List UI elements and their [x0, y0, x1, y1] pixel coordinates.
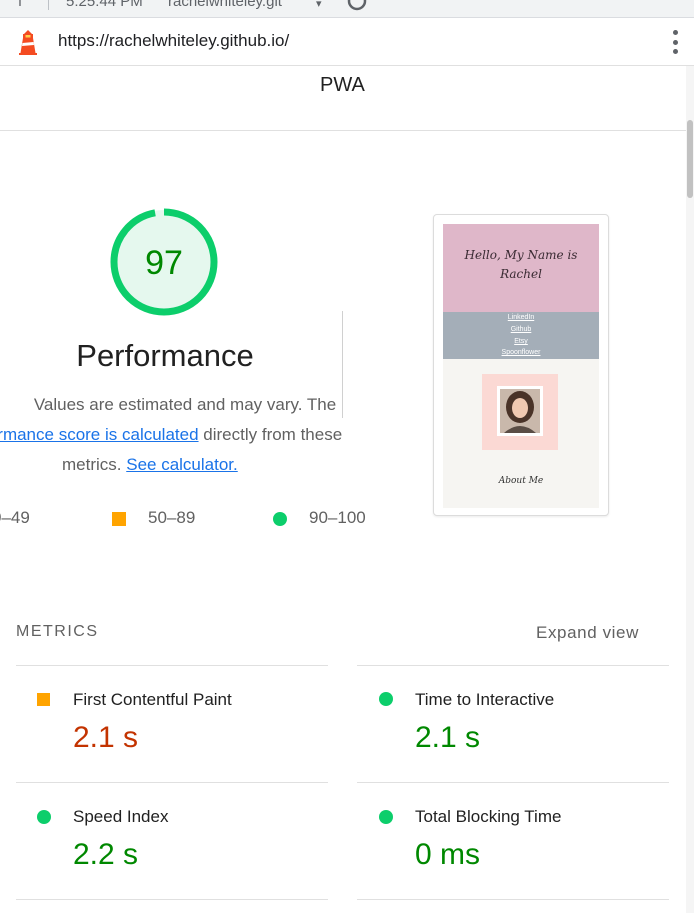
profile-photo — [497, 386, 543, 436]
metric-average-square-icon — [37, 693, 50, 706]
tab-fragment-time: 5:25:44 PM — [66, 0, 143, 10]
metrics-heading: METRICS — [16, 623, 99, 640]
metric-tbt-label: Total Blocking Time — [415, 807, 562, 826]
thumbnail-link-spoonflower: Spoonflower — [501, 349, 541, 356]
score-value: 97 — [145, 244, 183, 282]
thumbnail-nav: LinkedIn Github Etsy Spoonflower — [443, 312, 599, 359]
metric-divider — [357, 899, 669, 900]
legend-pass-circle-icon — [273, 512, 287, 526]
metric-tti-label: Time to Interactive — [415, 690, 555, 709]
address-bar[interactable]: https://rachelwhiteley.github.io/ — [0, 18, 694, 66]
thumbnail-link-github: Github — [510, 326, 532, 333]
metric-fcp-label: First Contentful Paint — [73, 690, 232, 709]
metric-fcp-value: 2.1 s — [73, 721, 139, 754]
scrollbar-thumb[interactable] — [687, 120, 693, 198]
metric-divider — [16, 782, 328, 783]
tab-pwa[interactable]: PWA — [320, 74, 365, 97]
score-calculation-link[interactable]: ormance score is calculated — [0, 425, 199, 444]
legend-pass-label: 90–100 — [309, 508, 366, 527]
metric-divider — [16, 899, 328, 900]
thumbnail-link-etsy: Etsy — [514, 338, 528, 345]
score-description-line2: ormance score is calculated directly fro… — [0, 425, 370, 445]
thumbnail-about-heading: About Me — [498, 476, 544, 486]
score-description-line3: metrics. See calculator. — [62, 455, 238, 474]
category-tab-bar: PWA — [0, 66, 686, 131]
lighthouse-icon — [19, 30, 37, 55]
expand-view-toggle[interactable]: Expand view — [536, 623, 639, 643]
metric-pass-circle-icon — [37, 810, 51, 824]
tab-fragment-left: f — [18, 0, 23, 10]
metric-si-value: 2.2 s — [73, 838, 139, 871]
metric-tti-value: 2.1 s — [415, 721, 481, 754]
thumbnail-hero-text: Hello, My Name is Rachel — [464, 248, 578, 281]
metric-divider — [16, 665, 328, 666]
url-text[interactable]: https://rachelwhiteley.github.io/ — [58, 31, 289, 51]
score-description-line1: Values are estimated and may vary. The — [33, 395, 337, 414]
tab-separator — [48, 0, 49, 10]
metric-divider — [357, 782, 669, 783]
thumbnail-hero: Hello, My Name is Rachel — [443, 224, 599, 312]
see-calculator-link[interactable]: See calculator. — [126, 455, 238, 474]
legend-average-square-icon — [112, 512, 126, 526]
kebab-menu-icon[interactable] — [668, 28, 682, 56]
metric-si-label: Speed Index — [73, 807, 169, 826]
metric-divider — [357, 665, 669, 666]
legend-average-label: 50–89 — [148, 508, 196, 527]
previous-tab-strip: f 5:25:44 PM rachelwhiteley.git ▾ — [0, 0, 694, 18]
thumbnail-link-linkedin: LinkedIn — [507, 314, 535, 321]
metric-pass-circle-icon — [379, 692, 393, 706]
metric-pass-circle-icon — [379, 810, 393, 824]
chrome-icon[interactable] — [346, 0, 368, 12]
legend-fail-label: 0–49 — [0, 508, 30, 527]
metric-tbt-value: 0 ms — [415, 838, 481, 871]
score-title: Performance — [76, 338, 254, 373]
chevron-down-icon[interactable]: ▾ — [316, 0, 322, 10]
tab-fragment-title[interactable]: rachelwhiteley.git — [168, 0, 282, 10]
final-screenshot[interactable]: Hello, My Name is Rachel LinkedIn Github… — [443, 224, 599, 508]
